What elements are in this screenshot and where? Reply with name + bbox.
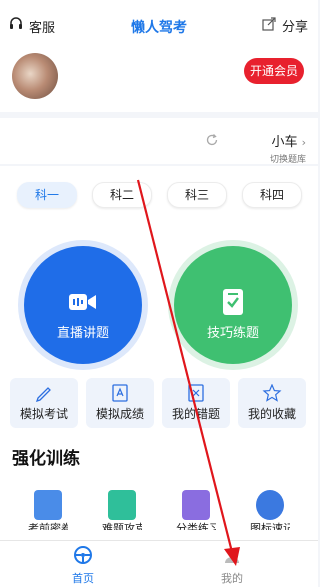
bottom-nav: 首页 我的 xyxy=(0,540,318,587)
wrong-answers-label: 我的错题 xyxy=(171,407,220,421)
main-actions: 直播讲题 技巧练题 xyxy=(0,222,318,372)
training-item-label: 图标速记 xyxy=(250,522,290,530)
mock-score-button[interactable]: 模拟成绩 xyxy=(86,378,154,428)
scroll-icon xyxy=(34,490,62,520)
notepad-icon xyxy=(182,490,210,520)
skill-practice-button[interactable]: 技巧练题 xyxy=(174,246,292,364)
training-item-exam-papers[interactable]: 考前密卷 xyxy=(28,490,68,530)
nav-mine[interactable]: 我的 xyxy=(202,545,262,586)
live-lecture-label: 直播讲题 xyxy=(56,326,109,341)
training-item-hard-questions[interactable]: 难题攻克 xyxy=(102,490,142,530)
tab-subject-2[interactable]: 科二 xyxy=(92,182,152,208)
top-bar: 客服 懒人驾考 分享 xyxy=(0,6,318,46)
nav-home-label: 首页 xyxy=(72,572,94,585)
tab-subject-3[interactable]: 科三 xyxy=(167,182,227,208)
pencil-icon xyxy=(34,384,54,403)
training-item-label: 难题攻克 xyxy=(102,522,142,530)
training-item-category-practice[interactable]: 分类练习 xyxy=(176,490,216,530)
checklist-icon xyxy=(108,490,136,520)
chevron-right-icon: › xyxy=(301,136,306,149)
training-section: 强化训练 考前密卷 难题攻克 分类练习 图标速记 xyxy=(0,432,318,542)
car-type-row: 小车 › 切换题库 xyxy=(0,118,318,165)
subject-tabs: 科一 科二 科三 科四 xyxy=(0,166,318,222)
wrong-answers-icon xyxy=(186,384,206,402)
video-camera-icon xyxy=(68,290,98,318)
star-icon xyxy=(262,383,282,402)
car-type-label: 小车 xyxy=(271,135,298,150)
mock-exam-button[interactable]: 模拟考试 xyxy=(10,378,78,428)
mock-exam-label: 模拟考试 xyxy=(19,407,68,421)
switch-bank-label: 切换题库 xyxy=(269,155,306,165)
training-item-label: 分类练习 xyxy=(176,522,216,530)
live-lecture-button[interactable]: 直播讲题 xyxy=(24,246,142,364)
profile-section: 开通会员 xyxy=(0,46,318,112)
mock-score-label: 模拟成绩 xyxy=(95,407,144,421)
share-button[interactable]: 分享 xyxy=(262,16,308,35)
nav-mine-label: 我的 xyxy=(221,572,243,585)
skill-practice-label: 技巧练题 xyxy=(206,326,259,341)
avatar[interactable] xyxy=(12,53,58,99)
car-type-switch[interactable]: 小车 › 切换题库 xyxy=(270,131,306,165)
steering-wheel-icon xyxy=(53,545,113,568)
training-item-sign-memory[interactable]: 图标速记 xyxy=(250,490,290,530)
share-icon xyxy=(262,16,276,35)
grade-icon xyxy=(110,384,130,402)
minus-circle-icon xyxy=(256,490,284,520)
training-title: 强化训练 xyxy=(12,449,80,469)
tab-subject-1[interactable]: 科一 xyxy=(17,182,77,208)
user-icon xyxy=(202,545,262,568)
training-item-label: 考前密卷 xyxy=(28,522,68,530)
wrong-answers-button[interactable]: 我的错题 xyxy=(162,378,230,428)
vip-button[interactable]: 开通会员 xyxy=(244,58,304,84)
favorites-button[interactable]: 我的收藏 xyxy=(238,378,306,428)
share-label: 分享 xyxy=(281,20,308,35)
document-check-icon xyxy=(222,288,244,320)
refresh-icon[interactable] xyxy=(205,132,219,151)
tab-subject-4[interactable]: 科四 xyxy=(242,182,302,208)
quick-actions: 模拟考试 模拟成绩 我的错题 我的收藏 xyxy=(0,372,318,432)
nav-home[interactable]: 首页 xyxy=(53,545,113,586)
favorites-label: 我的收藏 xyxy=(247,407,296,421)
